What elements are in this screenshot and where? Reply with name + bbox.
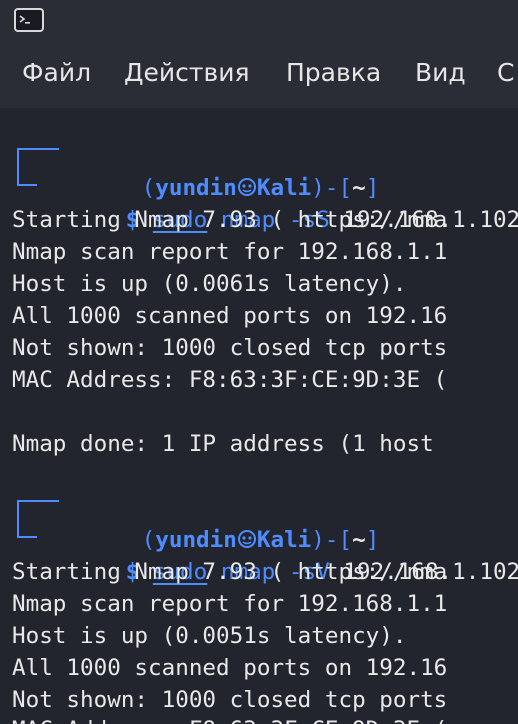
prompt-line: (yundin Kali)-[~] (60, 492, 380, 553)
output-line: All 1000 scanned ports on 192.16 (12, 303, 448, 329)
output-line: Not shown: 1000 closed tcp ports (12, 687, 448, 713)
prompt-corner-bottom (17, 522, 37, 538)
prompt-line: (yundin Kali)-[~] (60, 140, 380, 201)
output-line: MAC Address: F8:63:3F:CE:9D:3E ( (12, 714, 447, 724)
prompt-corner-top (17, 148, 59, 172)
menu-bar: Файл Действия Правка Вид С (0, 44, 518, 108)
menu-file[interactable]: Файл (22, 58, 91, 87)
command-line: $ sudo nmap -sV 192.168.1.102 (44, 524, 518, 585)
menu-view[interactable]: Вид (415, 58, 466, 87)
output-line: Nmap scan report for 192.168.1.1 (12, 591, 448, 617)
output-line: Nmap scan report for 192.168.1.1 (12, 239, 448, 265)
output-line: Nmap done: 1 IP address (1 host (12, 431, 448, 457)
menu-actions[interactable]: Действия (124, 58, 250, 87)
terminal-icon[interactable] (14, 8, 44, 32)
output-line: Host is up (0.0051s latency). (12, 623, 407, 649)
menu-edit[interactable]: Правка (286, 58, 381, 87)
prompt-corner-bottom (17, 170, 37, 186)
command-line: $ sudo nmap -sS 192.168.1.102 (44, 172, 518, 233)
output-line: MAC Address: F8:63:3F:CE:9D:3E ( (12, 367, 448, 393)
output-line: Host is up (0.0061s latency). (12, 271, 407, 297)
prompt-corner-top (17, 500, 59, 524)
output-line: All 1000 scanned ports on 192.16 (12, 655, 448, 681)
menu-help[interactable]: С (497, 58, 514, 87)
output-line: Starting Nmap 7.93 ( https://nma (12, 207, 448, 233)
output-line: Not shown: 1000 closed tcp ports (12, 335, 448, 361)
terminal-window: Файл Действия Правка Вид С (yundin Kali)-… (0, 0, 518, 724)
title-bar (0, 0, 518, 44)
output-line: Starting Nmap 7.93 ( https://nma (12, 559, 448, 585)
terminal-output[interactable]: (yundin Kali)-[~] $ sudo nmap -sS 192.168… (0, 108, 518, 724)
